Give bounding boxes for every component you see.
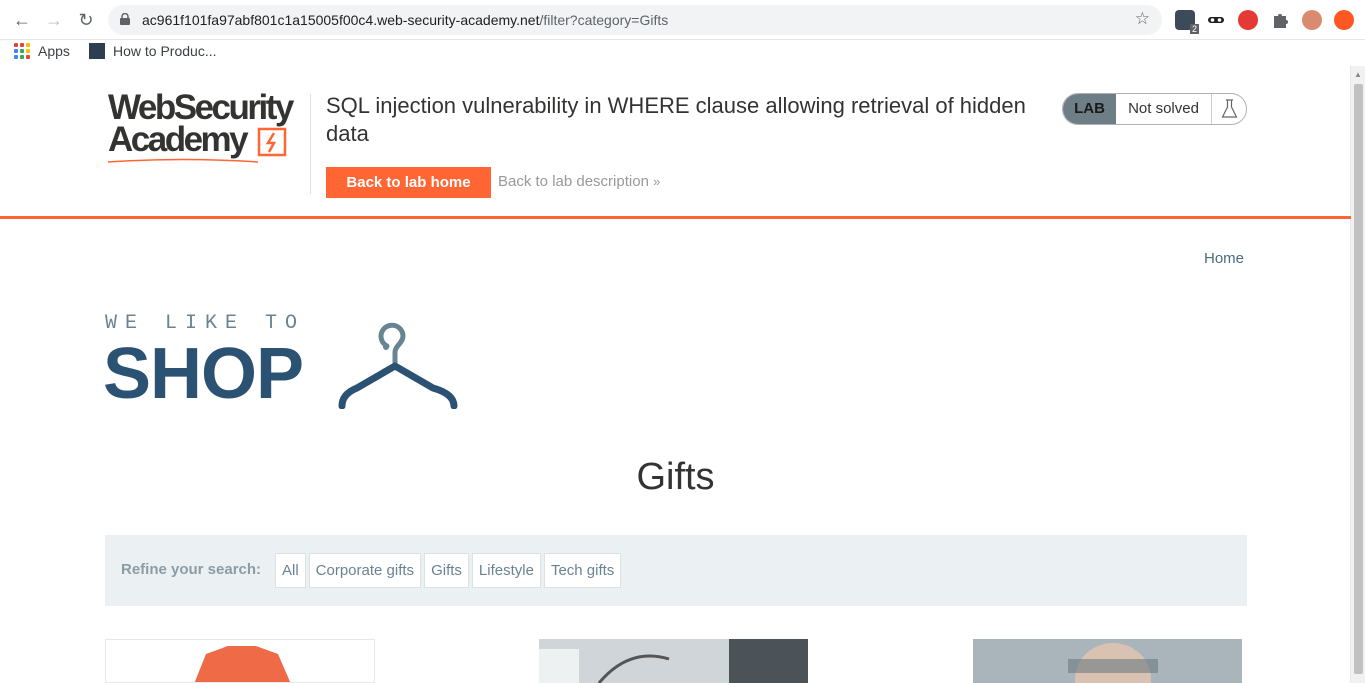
flask-icon [1211, 94, 1246, 124]
product-card-image[interactable] [539, 639, 808, 683]
lab-header: WebSecurity Academy SQL injection vulner… [0, 66, 1351, 219]
double-chevron-right-icon: » [653, 174, 661, 189]
back-to-lab-home-button[interactable]: Back to lab home [326, 167, 491, 198]
home-link[interactable]: Home [1204, 250, 1244, 267]
bookmark-label: How to Produc... [113, 43, 217, 59]
reload-icon[interactable]: ↻ [74, 8, 98, 32]
logo-underline [108, 158, 258, 163]
filter-gifts[interactable]: Gifts [424, 553, 469, 588]
filter-corporate-gifts[interactable]: Corporate gifts [308, 553, 422, 588]
category-title: Gifts [636, 456, 715, 498]
person-product-image [973, 639, 1242, 683]
apps-grid-icon [14, 43, 30, 59]
back-to-lab-description-label: Back to lab description [498, 173, 649, 190]
category-filters: All Corporate gifts Gifts Lifestyle Tech… [275, 553, 622, 588]
adblock-icon[interactable] [1238, 10, 1258, 30]
filter-all[interactable]: All [275, 553, 306, 588]
scroll-thumb[interactable] [1354, 84, 1363, 674]
lab-title: SQL injection vulnerability in WHERE cla… [326, 93, 1026, 146]
profile-avatar[interactable] [1302, 10, 1322, 30]
hanger-icon [338, 322, 458, 409]
refine-search-label: Refine your search: [121, 561, 262, 578]
orange-octagon-product-image [194, 646, 291, 682]
web-security-academy-logo[interactable]: WebSecurity Academy [108, 90, 308, 164]
bicycle-product-image [539, 639, 808, 683]
shop-logo-tagline: WE LIKE TO [105, 312, 306, 335]
browser-toolbar: ← → ↻ ac961f101fa97abf801c1a15005f00c4.w… [0, 0, 1365, 40]
logo-line2: Academy [108, 120, 249, 159]
bookmark-how-to-produce[interactable]: How to Produc... [89, 43, 217, 59]
lock-icon [120, 13, 130, 25]
lab-badge: LAB [1063, 94, 1116, 124]
shop-logo[interactable]: WE LIKE TO SHOP [103, 310, 465, 414]
page-scrollbar[interactable]: ▲ [1350, 66, 1365, 683]
lab-status-text: Not solved [1128, 100, 1199, 117]
address-bar[interactable]: ac961f101fa97abf801c1a15005f00c4.web-sec… [108, 5, 1162, 35]
lab-status-widget: LAB Not solved [1062, 93, 1247, 125]
incognito-mask-icon[interactable] [1206, 10, 1226, 30]
extension-orange-icon[interactable] [1334, 10, 1354, 30]
url-host: ac961f101fa97abf801c1a15005f00c4.web-sec… [142, 12, 540, 28]
extension-badge-icon[interactable]: 2 [1175, 10, 1199, 34]
filter-bar: Refine your search: All Corporate gifts … [105, 535, 1247, 606]
filter-lifestyle[interactable]: Lifestyle [471, 553, 541, 588]
product-card-image[interactable] [973, 639, 1242, 683]
shop-logo-word: SHOP [103, 334, 304, 414]
forward-arrow-icon[interactable]: → [42, 8, 66, 32]
product-card-image[interactable] [105, 639, 375, 683]
academy-bolt-icon [257, 127, 287, 157]
url-text: ac961f101fa97abf801c1a15005f00c4.web-sec… [142, 12, 668, 28]
header-divider [310, 94, 311, 194]
filter-tech-gifts[interactable]: Tech gifts [543, 553, 622, 588]
tds-favicon-icon [89, 43, 105, 59]
bookmark-apps[interactable]: Apps [14, 43, 70, 59]
bookmark-label: Apps [38, 43, 70, 59]
puzzle-extensions-icon[interactable] [1270, 10, 1290, 30]
bookmarks-bar: Apps How to Produc... [0, 40, 1365, 66]
bookmark-star-icon[interactable]: ☆ [1135, 9, 1150, 29]
back-arrow-icon[interactable]: ← [10, 8, 34, 32]
scroll-up-arrow-icon[interactable]: ▲ [1354, 70, 1362, 79]
back-to-lab-description-link[interactable]: Back to lab description » [498, 173, 660, 190]
extension-badge-count: 2 [1189, 24, 1199, 34]
url-path: /filter?category=Gifts [539, 12, 669, 28]
